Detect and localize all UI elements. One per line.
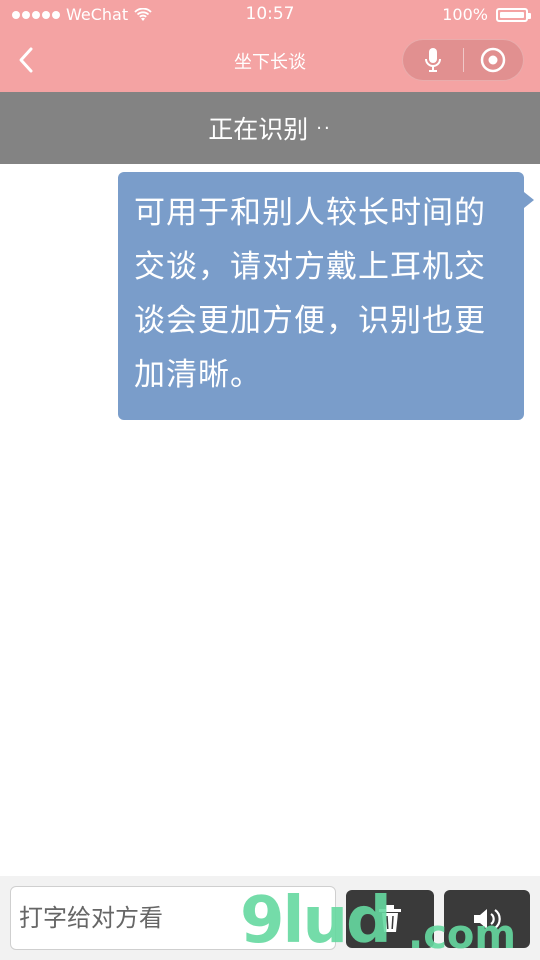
microphone-button[interactable] [403,40,463,80]
text-input[interactable] [10,886,336,950]
input-bar [0,876,540,960]
speaker-button[interactable] [444,890,530,948]
bubble-tail [524,192,534,208]
close-button[interactable] [463,40,523,80]
trash-icon [379,905,401,932]
microphone-icon [424,48,441,72]
header: WeChat 10:57 100% 坐下长谈 [0,0,540,92]
speaker-icon [474,909,501,929]
delete-button[interactable] [346,890,434,948]
capsule-menu [402,39,524,81]
battery-percent: 100% [442,5,488,24]
message-text: 可用于和别人较长时间的交谈，请对方戴上耳机交谈会更加方便，识别也更加清晰。 [134,195,486,393]
battery-icon [496,7,531,22]
status-bar: WeChat 10:57 100% [0,0,540,30]
banner-dots: ·· [316,117,332,139]
nav-bar: 坐下长谈 [0,30,540,92]
message-bubble: 可用于和别人较长时间的交谈，请对方戴上耳机交谈会更加方便，识别也更加清晰。 [118,172,534,420]
banner-text: 正在识别 [208,115,309,144]
status-right: 100% [442,5,531,24]
target-circle-icon [480,47,506,73]
recognizing-banner: 正在识别 ·· [0,92,540,164]
